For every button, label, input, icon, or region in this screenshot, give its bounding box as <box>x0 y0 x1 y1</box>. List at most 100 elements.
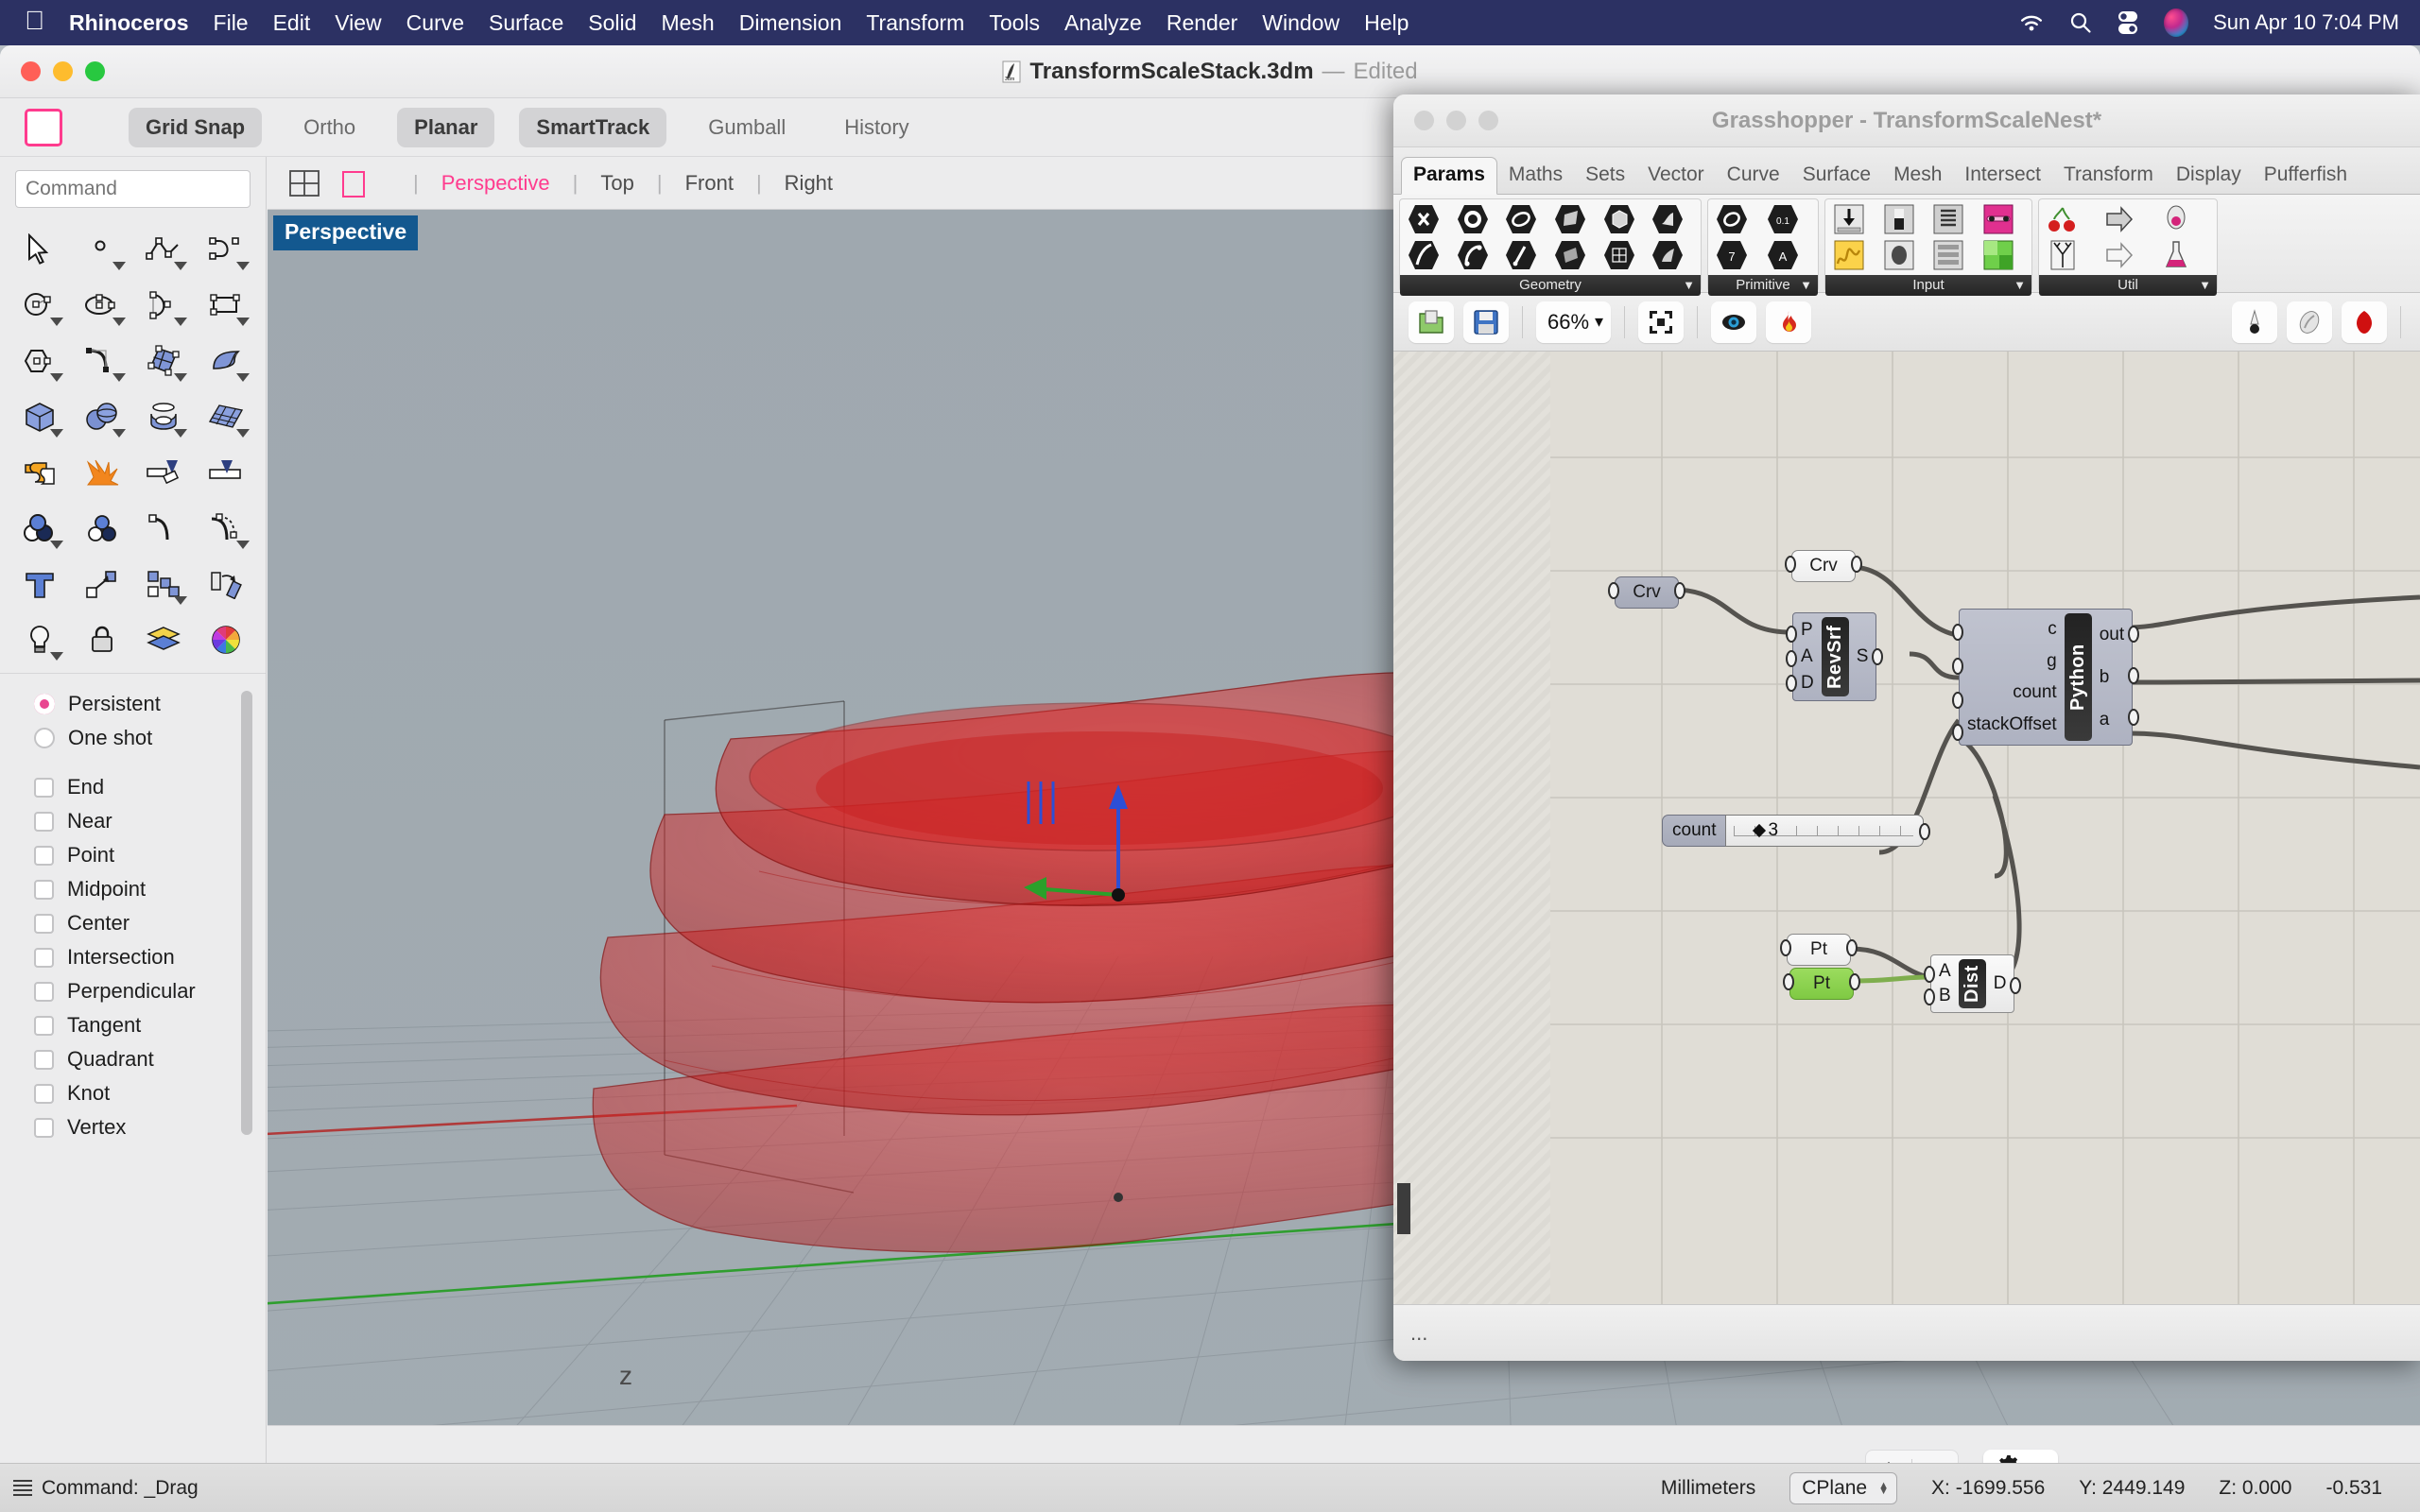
gh-color-picker-icon[interactable] <box>1979 202 2017 236</box>
gh-component-circle-icon[interactable] <box>1502 202 1540 236</box>
checkbox-icon[interactable] <box>34 777 54 798</box>
tool-extend-curve[interactable] <box>134 500 195 556</box>
tool-union-circles[interactable] <box>9 500 70 556</box>
gh-flask-icon[interactable] <box>2157 238 2195 272</box>
input-port-c[interactable] <box>1952 624 1963 641</box>
osnap-item-vertex[interactable]: Vertex <box>34 1110 266 1144</box>
tool-point[interactable] <box>72 221 132 277</box>
rhino-icon[interactable] <box>2342 301 2387 343</box>
menubar-item-solid[interactable]: Solid <box>588 10 636 36</box>
gh-param-pt-bottom[interactable]: Pt <box>1783 968 1860 1000</box>
tool-light[interactable] <box>9 611 70 667</box>
gh-param-boolean-icon[interactable] <box>1713 202 1751 236</box>
gh-param-text-icon[interactable]: A <box>1764 238 1802 272</box>
tool-layers[interactable] <box>134 611 195 667</box>
four-view-layout-icon[interactable] <box>288 169 320 198</box>
chevron-down-icon[interactable]: ▼ <box>2199 278 2211 292</box>
snap-toggle-gumball[interactable]: Gumball <box>691 108 803 147</box>
tool-sphere[interactable] <box>72 388 132 444</box>
command-input[interactable] <box>15 170 251 208</box>
bake-flame-icon[interactable] <box>1766 301 1812 343</box>
input-port-g[interactable] <box>1952 658 1963 675</box>
radio-selected-icon[interactable] <box>34 694 55 714</box>
tool-explode[interactable] <box>72 444 132 500</box>
gh-list-panel-icon[interactable] <box>1929 238 1967 272</box>
menubar-item-surface[interactable]: Surface <box>489 10 563 36</box>
osnap-mode-persistent[interactable]: Persistent <box>34 687 266 721</box>
checkbox-icon[interactable] <box>34 1015 54 1036</box>
tool-fillet[interactable] <box>72 333 132 388</box>
tool-lock-layer[interactable] <box>72 611 132 667</box>
tool-polyline[interactable] <box>134 221 195 277</box>
osnap-mode-one-shot[interactable]: One shot <box>34 721 266 755</box>
checkbox-icon[interactable] <box>34 913 54 934</box>
input-port-a[interactable] <box>1924 966 1935 983</box>
gh-tab-transform[interactable]: Transform <box>2052 158 2165 194</box>
tool-loft-surface[interactable] <box>196 333 256 388</box>
radio-unselected-icon[interactable] <box>34 728 55 748</box>
gh-relay-right-icon[interactable] <box>2100 202 2138 236</box>
tool-array[interactable] <box>134 556 195 611</box>
input-port-count[interactable] <box>1952 692 1963 709</box>
gh-component-field-icon[interactable] <box>1649 238 1686 272</box>
gh-component-arc-icon[interactable] <box>1454 238 1492 272</box>
canvas-work-area[interactable]: Crv Crv P A D RevSrf S count 3 c g count… <box>1550 352 2420 1304</box>
gh-toggle-icon[interactable] <box>1880 202 1918 236</box>
sketch-icon[interactable] <box>2232 301 2277 343</box>
spotlight-search-icon[interactable] <box>2069 11 2092 34</box>
viewport-tab-top[interactable]: Top <box>600 171 633 196</box>
snap-toggle-planar[interactable]: Planar <box>397 107 495 147</box>
gh-component-mesh-icon[interactable] <box>1600 238 1638 272</box>
checkbox-icon[interactable] <box>34 811 54 832</box>
tool-split[interactable] <box>196 444 256 500</box>
menubar-item-view[interactable]: View <box>335 10 381 36</box>
tool-select-arrow[interactable] <box>9 221 70 277</box>
gh-component-subd-icon[interactable] <box>1649 202 1686 236</box>
osnap-item-center[interactable]: Center <box>34 906 266 940</box>
menubar-item-tools[interactable]: Tools <box>989 10 1040 36</box>
gh-tab-vector[interactable]: Vector <box>1636 158 1716 194</box>
output-port[interactable] <box>1849 973 1860 990</box>
input-port-stackoffset[interactable] <box>1952 724 1963 741</box>
tool-revolve[interactable] <box>134 388 195 444</box>
gh-param-pt-top[interactable]: Pt <box>1780 934 1858 966</box>
tool-circle[interactable] <box>9 277 70 333</box>
gh-param-integer-icon[interactable]: 7 <box>1713 238 1751 272</box>
osnap-item-near[interactable]: Near <box>34 804 266 838</box>
gh-knob-icon[interactable] <box>1880 238 1918 272</box>
snap-toggle-smarttrack[interactable]: SmartTrack <box>519 107 667 147</box>
gh-component-box-icon[interactable] <box>1600 202 1638 236</box>
gh-gradient-icon[interactable] <box>1979 238 2017 272</box>
menubar-item-file[interactable]: File <box>214 10 249 36</box>
grasshopper-canvas[interactable]: Crv Crv P A D RevSrf S count 3 c g count… <box>1393 352 2420 1304</box>
tool-boolean[interactable] <box>9 444 70 500</box>
tool-arc[interactable] <box>134 277 195 333</box>
slider-track[interactable]: 3 <box>1725 815 1925 847</box>
single-view-layout-icon[interactable] <box>339 169 372 198</box>
viewport-tab-perspective[interactable]: Perspective <box>441 171 550 196</box>
tool-color-wheel[interactable] <box>196 611 256 667</box>
gh-tab-curve[interactable]: Curve <box>1716 158 1791 194</box>
gh-component-revsrf[interactable]: P A D RevSrf S <box>1786 612 1884 701</box>
osnap-item-point[interactable]: Point <box>34 838 266 872</box>
osnap-item-knot[interactable]: Knot <box>34 1076 266 1110</box>
gh-param-crv-left[interactable]: Crv <box>1608 576 1685 609</box>
gh-component-body[interactable]: A B Dist D <box>1930 954 2015 1013</box>
menubar-item-edit[interactable]: Edit <box>273 10 311 36</box>
gh-component-dist[interactable]: A B Dist D <box>1924 954 2022 1013</box>
gh-number-slider-icon[interactable] <box>1830 202 1868 236</box>
snap-toggle-history[interactable]: History <box>827 108 925 147</box>
open-file-icon[interactable] <box>1409 301 1454 343</box>
gh-tree-icon[interactable] <box>2044 238 2082 272</box>
cplane-dropdown[interactable]: CPlane ▲ ▼ <box>1789 1471 1898 1504</box>
control-center-icon[interactable] <box>2117 10 2139 35</box>
menubar-item-analyze[interactable]: Analyze <box>1064 10 1142 36</box>
gh-component-python[interactable]: c g count stackOffset Python out b a <box>1952 609 2140 746</box>
gh-number-slider-count[interactable]: count 3 <box>1662 815 1931 847</box>
gh-tab-intersect[interactable]: Intersect <box>1953 158 2052 194</box>
menubar-clock[interactable]: Sun Apr 10 7:04 PM <box>2213 10 2399 35</box>
menubar-item-curve[interactable]: Curve <box>406 10 464 36</box>
input-port-b[interactable] <box>1924 988 1935 1005</box>
input-port[interactable] <box>1785 556 1796 573</box>
osnap-item-perpendicular[interactable]: Perpendicular <box>34 974 266 1008</box>
